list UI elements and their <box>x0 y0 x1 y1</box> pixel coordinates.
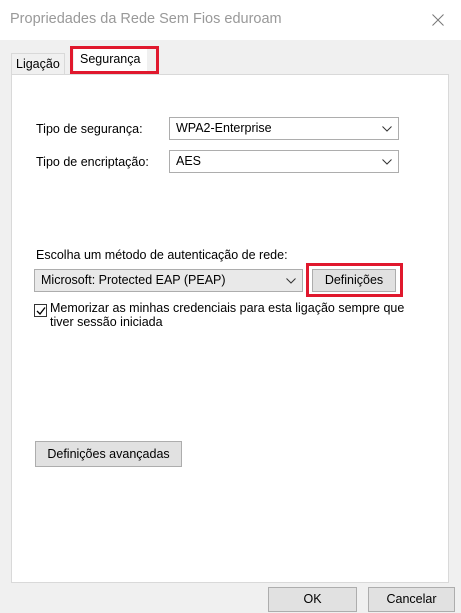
checkmark-icon <box>36 307 46 315</box>
security-type-select[interactable]: WPA2-Enterprise <box>169 117 399 140</box>
settings-button[interactable]: Definições <box>312 269 396 292</box>
security-type-label: Tipo de segurança: <box>36 122 143 136</box>
auth-method-label: Escolha um método de autenticação de red… <box>36 248 288 262</box>
advanced-settings-button[interactable]: Definições avançadas <box>35 441 182 467</box>
tab-seguranca-label: Segurança <box>80 52 141 66</box>
security-type-value: WPA2-Enterprise <box>176 121 272 135</box>
remember-credentials-label: Memorizar as minhas credenciais para est… <box>50 301 405 329</box>
remember-credentials-checkbox[interactable] <box>34 304 47 317</box>
encryption-type-label: Tipo de encriptação: <box>36 155 149 169</box>
close-button[interactable] <box>415 0 461 40</box>
encryption-type-select[interactable]: AES <box>169 150 399 173</box>
chevron-down-icon <box>382 159 392 165</box>
tab-ligacao[interactable]: Ligação <box>11 53 65 74</box>
ok-button-label: OK <box>303 592 322 606</box>
close-icon <box>432 14 444 26</box>
chevron-down-icon <box>382 126 392 132</box>
encryption-type-value: AES <box>176 154 202 168</box>
ok-button[interactable]: OK <box>268 587 357 612</box>
tab-ligacao-label: Ligação <box>16 57 60 71</box>
auth-method-value: Microsoft: Protected EAP (PEAP) <box>41 273 226 287</box>
advanced-settings-label: Definições avançadas <box>47 447 170 461</box>
window-title: Propriedades da Rede Sem Fios eduroam <box>10 11 282 27</box>
cancel-button[interactable]: Cancelar <box>368 587 455 612</box>
auth-method-select[interactable]: Microsoft: Protected EAP (PEAP) <box>34 269 303 292</box>
tab-seguranca[interactable]: Segurança <box>74 47 148 74</box>
settings-button-label: Definições <box>324 273 384 287</box>
chevron-down-icon <box>286 278 296 284</box>
cancel-button-label: Cancelar <box>386 592 437 606</box>
title-bar: Propriedades da Rede Sem Fios eduroam <box>0 0 461 40</box>
